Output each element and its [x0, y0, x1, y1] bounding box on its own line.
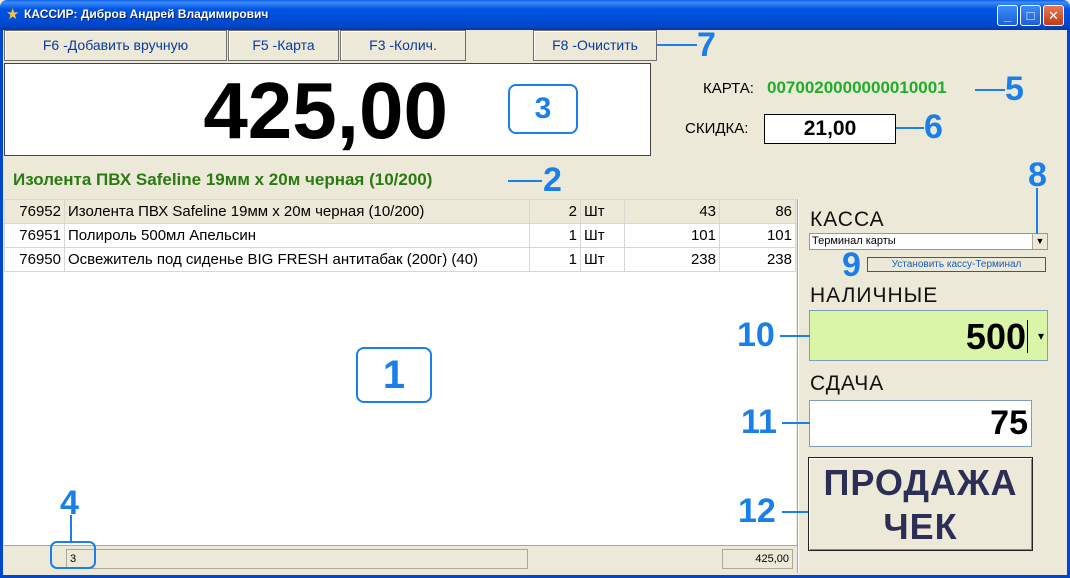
- total-amount: 425,00: [203, 66, 448, 155]
- sale-receipt-button[interactable]: ПРОДАЖА ЧЕК: [808, 457, 1033, 551]
- annotation-1: 1: [356, 347, 432, 403]
- card-number: 0070020000000010001: [767, 78, 947, 97]
- text-caret: [1027, 320, 1028, 353]
- annotation-line-2: [508, 180, 542, 182]
- item-name: Изолента ПВХ Safeline 19мм х 20м черная …: [64, 199, 530, 224]
- status-bar: 3 425,00: [4, 545, 797, 573]
- annotation-9: 9: [842, 246, 861, 284]
- annotation-line-11: [782, 422, 810, 424]
- dropdown-arrow-icon[interactable]: ▼: [1032, 234, 1047, 249]
- total-panel: 425,00 3: [4, 63, 651, 156]
- item-qty: 2: [529, 199, 581, 224]
- annotation-2: 2: [543, 161, 562, 199]
- sale-button-line2: ЧЕК: [883, 506, 958, 547]
- window-frame-left: [0, 30, 3, 578]
- annotation-6: 6: [924, 108, 943, 146]
- quantity-button[interactable]: F3 -Колич.: [340, 30, 466, 61]
- panel-divider: [797, 199, 799, 573]
- annotation-7: 7: [697, 26, 716, 64]
- item-name: Полироль 500мл Апельсин: [64, 223, 530, 248]
- item-code: 76952: [4, 199, 65, 224]
- sale-button-line1: ПРОДАЖА: [823, 462, 1018, 503]
- window-title: КАССИР: Дибров Андрей Владимирович: [24, 7, 269, 21]
- change-label: СДАЧА: [810, 372, 885, 395]
- annotation-line-8: [1036, 188, 1038, 234]
- annotation-line-6: [896, 127, 924, 129]
- annotation-5: 5: [1005, 70, 1024, 108]
- star-icon: ★: [6, 6, 20, 23]
- change-field: 75: [809, 400, 1032, 447]
- discount-label: СКИДКА:: [685, 120, 749, 137]
- status-item-count: 3: [66, 549, 528, 569]
- annotation-ring-4: [50, 541, 96, 569]
- close-button[interactable]: ✕: [1043, 5, 1064, 26]
- item-qty: 1: [529, 247, 581, 272]
- annotation-10: 10: [737, 316, 775, 354]
- annotation-line-12: [782, 511, 808, 513]
- current-product-name: Изолента ПВХ Safeline 19мм х 20м черная …: [13, 170, 433, 189]
- annotation-3: 3: [508, 84, 578, 134]
- add-manual-button[interactable]: F6 -Добавить вручную: [4, 30, 227, 61]
- minimize-button[interactable]: _: [997, 5, 1018, 26]
- annotation-line-5: [975, 89, 1005, 91]
- table-row[interactable]: 76950 Освежитель под сиденье BIG FRESH ан…: [4, 247, 796, 272]
- items-table: 76952 Изолента ПВХ Safeline 19мм х 20м че…: [4, 199, 796, 272]
- cash-value: 500: [965, 316, 1026, 357]
- table-row[interactable]: 76952 Изолента ПВХ Safeline 19мм х 20м че…: [4, 199, 796, 224]
- annotation-4: 4: [60, 484, 79, 522]
- item-price: 238: [624, 247, 720, 272]
- dropdown-arrow-icon[interactable]: ▾: [1038, 311, 1044, 362]
- annotation-8: 8: [1028, 156, 1047, 194]
- cash-label: НАЛИЧНЫЕ: [810, 284, 939, 307]
- discount-field: 21,00: [764, 114, 896, 144]
- item-code: 76951: [4, 223, 65, 248]
- item-qty: 1: [529, 223, 581, 248]
- item-unit: Шт: [580, 247, 625, 272]
- item-unit: Шт: [580, 223, 625, 248]
- annotation-11: 11: [741, 403, 777, 441]
- item-price: 101: [624, 223, 720, 248]
- item-unit: Шт: [580, 199, 625, 224]
- annotation-line-10: [780, 335, 810, 337]
- annotation-line-7: [657, 44, 697, 46]
- clear-button[interactable]: F8 -Очистить: [533, 30, 657, 61]
- item-name: Освежитель под сиденье BIG FRESH антитаб…: [64, 247, 530, 272]
- kassa-label: КАССА: [810, 208, 885, 231]
- items-list[interactable]: 76952 Изолента ПВХ Safeline 19мм х 20м че…: [4, 199, 796, 545]
- set-terminal-button[interactable]: Установить кассу-Терминал: [867, 257, 1046, 272]
- item-sum: 86: [719, 199, 796, 224]
- cash-input[interactable]: 500 ▾: [809, 310, 1048, 361]
- status-total: 425,00: [722, 549, 793, 569]
- title-bar[interactable]: ★ КАССИР: Дибров Андрей Владимирович _ □…: [0, 0, 1070, 30]
- item-price: 43: [624, 199, 720, 224]
- maximize-button[interactable]: □: [1020, 5, 1041, 26]
- table-row[interactable]: 76951 Полироль 500мл Апельсин 1 Шт 101 101: [4, 223, 796, 248]
- card-button[interactable]: F5 -Карта: [228, 30, 339, 61]
- annotation-12: 12: [738, 492, 776, 530]
- card-label: КАРТА:: [703, 80, 754, 97]
- item-code: 76950: [4, 247, 65, 272]
- item-sum: 101: [719, 223, 796, 248]
- item-sum: 238: [719, 247, 796, 272]
